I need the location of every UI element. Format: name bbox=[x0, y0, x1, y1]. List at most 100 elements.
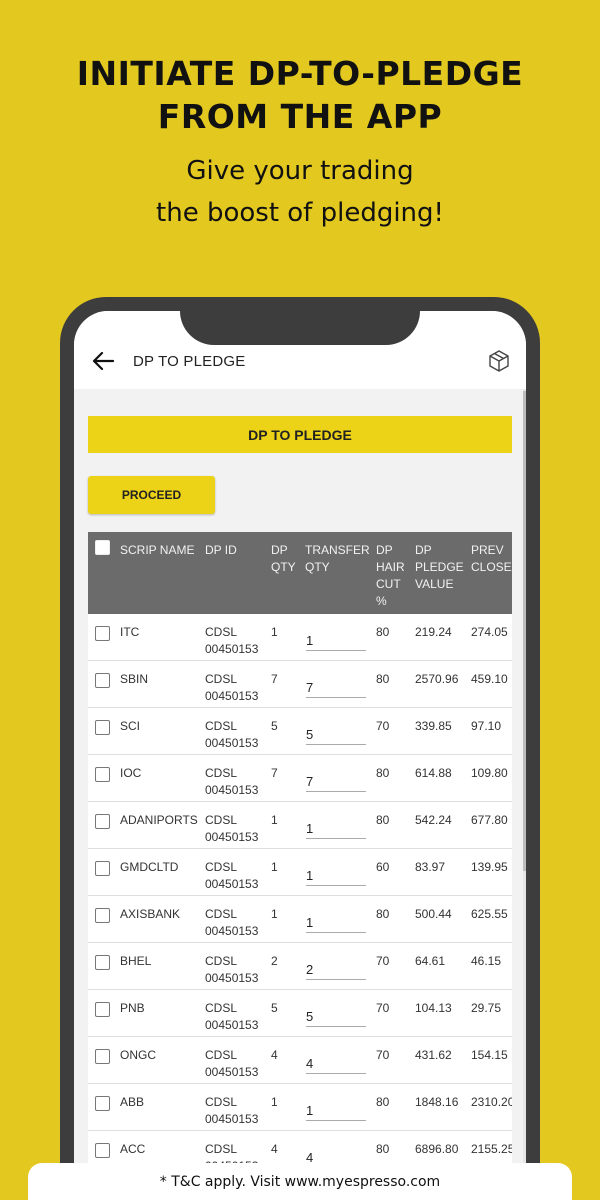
header-prev-close: PREV CLOSE bbox=[471, 543, 512, 574]
cell-dp-qty: 5 bbox=[271, 1001, 278, 1015]
cube-icon[interactable] bbox=[487, 349, 511, 373]
cell-scrip-name: GMDCLTD bbox=[120, 860, 179, 874]
cell-hair-cut: 70 bbox=[376, 1001, 390, 1015]
footer-disclaimer: * T&C apply. Visit www.myespresso.com bbox=[159, 1174, 441, 1190]
row-checkbox[interactable] bbox=[95, 1096, 110, 1111]
row-checkbox[interactable] bbox=[95, 861, 110, 876]
header-hair-cut: DP HAIR CUT% bbox=[376, 543, 405, 608]
cell-hair-cut: 80 bbox=[376, 1142, 390, 1156]
table-row: PNB CDSL 00450153 5 5 70 104.13 29.75 bbox=[88, 990, 512, 1037]
transfer-qty-input[interactable]: 7 bbox=[306, 676, 366, 698]
cell-dp-qty: 4 bbox=[271, 1142, 278, 1156]
header-transfer-qty: TRANSFER QTY bbox=[305, 543, 370, 574]
cell-dp-qty: 1 bbox=[271, 625, 278, 639]
transfer-qty-input[interactable]: 4 bbox=[306, 1052, 366, 1074]
cell-hair-cut: 80 bbox=[376, 672, 390, 686]
cell-pledge-value: 2570.96 bbox=[415, 672, 459, 686]
cell-prev-close: 459.10 bbox=[471, 672, 508, 686]
cell-dp-qty: 7 bbox=[271, 766, 278, 780]
cell-pledge-value: 219.24 bbox=[415, 625, 452, 639]
cell-scrip-name: ONGC bbox=[120, 1048, 156, 1062]
phone-notch bbox=[180, 297, 420, 345]
cell-hair-cut: 70 bbox=[376, 719, 390, 733]
headline-line-2: FROM THE APP bbox=[157, 97, 443, 136]
transfer-qty-input[interactable]: 5 bbox=[306, 1005, 366, 1027]
cell-dp-id: CDSL00450153 bbox=[205, 907, 259, 938]
table-row: ABB CDSL 00450153 1 1 80 1848.16 2310.20 bbox=[88, 1084, 512, 1131]
cell-dp-qty: 2 bbox=[271, 954, 278, 968]
cell-dp-id: CDSL00450153 bbox=[205, 672, 259, 703]
cell-dp-qty: 1 bbox=[271, 813, 278, 827]
promo-headline: INITIATE DP-TO-PLEDGE FROM THE APP bbox=[0, 52, 600, 138]
cell-pledge-value: 542.24 bbox=[415, 813, 452, 827]
table-row: ONGC CDSL 00450153 4 4 70 431.62 154.15 bbox=[88, 1037, 512, 1084]
header-dp-qty: DP QTY bbox=[271, 543, 296, 574]
cell-hair-cut: 80 bbox=[376, 1095, 390, 1109]
phone-screen: DP TO PLEDGE DP TO PLEDGE PROCEED SCRIP … bbox=[74, 311, 526, 1200]
transfer-qty-input[interactable]: 2 bbox=[306, 958, 366, 980]
transfer-qty-input[interactable]: 1 bbox=[306, 1099, 366, 1121]
cell-pledge-value: 83.97 bbox=[415, 860, 446, 874]
table-row: AXISBANK CDSL 00450153 1 1 80 500.44 625.55 bbox=[88, 896, 512, 943]
cell-pledge-value: 104.13 bbox=[415, 1001, 452, 1015]
row-checkbox[interactable] bbox=[95, 1049, 110, 1064]
row-checkbox[interactable] bbox=[95, 767, 110, 782]
cell-pledge-value: 431.62 bbox=[415, 1048, 452, 1062]
cell-dp-qty: 1 bbox=[271, 860, 278, 874]
row-checkbox[interactable] bbox=[95, 814, 110, 829]
header-pledge-value: DP PLEDGE VALUE bbox=[415, 543, 464, 591]
cell-prev-close: 154.15 bbox=[471, 1048, 508, 1062]
arrow-left-icon[interactable] bbox=[92, 351, 114, 371]
cell-dp-id: CDSL00450153 bbox=[205, 954, 259, 985]
cell-hair-cut: 80 bbox=[376, 813, 390, 827]
cell-dp-id: CDSL00450153 bbox=[205, 766, 259, 797]
row-checkbox[interactable] bbox=[95, 673, 110, 688]
holdings-table: SCRIP NAME DP ID DP QTY TRANSFER QTY DP HAI… bbox=[88, 532, 512, 1178]
cell-scrip-name: ITC bbox=[120, 625, 140, 639]
cell-prev-close: 46.15 bbox=[471, 954, 502, 968]
cell-pledge-value: 64.61 bbox=[415, 954, 446, 968]
header-scrip-name: SCRIP NAME bbox=[120, 543, 195, 557]
cell-dp-qty: 1 bbox=[271, 1095, 278, 1109]
cell-scrip-name: PNB bbox=[120, 1001, 145, 1015]
cell-dp-qty: 7 bbox=[271, 672, 278, 686]
promo-subline: Give your trading the boost of pledging! bbox=[0, 150, 600, 234]
transfer-qty-input[interactable]: 1 bbox=[306, 911, 366, 933]
proceed-button[interactable]: PROCEED bbox=[88, 476, 215, 514]
cell-scrip-name: ACC bbox=[120, 1142, 146, 1156]
table-row: BHEL CDSL 00450153 2 2 70 64.61 46.15 bbox=[88, 943, 512, 990]
cell-hair-cut: 80 bbox=[376, 625, 390, 639]
table-row: IOC CDSL 00450153 7 7 80 614.88 109.80 bbox=[88, 755, 512, 802]
cell-hair-cut: 80 bbox=[376, 766, 390, 780]
subline-line-2: the boost of pledging! bbox=[156, 198, 444, 228]
row-checkbox[interactable] bbox=[95, 626, 110, 641]
scrollbar-thumb[interactable] bbox=[523, 391, 526, 871]
cell-pledge-value: 6896.80 bbox=[415, 1142, 459, 1156]
table-row: ADANIPORTS CDSL 00450153 1 1 80 542.24 677.80 bbox=[88, 802, 512, 849]
transfer-qty-input[interactable]: 1 bbox=[306, 864, 366, 886]
row-checkbox[interactable] bbox=[95, 955, 110, 970]
cell-dp-qty: 4 bbox=[271, 1048, 278, 1062]
cell-prev-close: 677.80 bbox=[471, 813, 508, 827]
transfer-qty-input[interactable]: 1 bbox=[306, 629, 366, 651]
cell-hair-cut: 70 bbox=[376, 954, 390, 968]
table-row: SBIN CDSL 00450153 7 7 80 2570.96 459.10 bbox=[88, 661, 512, 708]
cell-dp-id: CDSL00450153 bbox=[205, 1001, 259, 1032]
row-checkbox[interactable] bbox=[95, 720, 110, 735]
transfer-qty-input[interactable]: 5 bbox=[306, 723, 366, 745]
cell-pledge-value: 339.85 bbox=[415, 719, 452, 733]
transfer-qty-input[interactable]: 7 bbox=[306, 770, 366, 792]
row-checkbox[interactable] bbox=[95, 908, 110, 923]
select-all-checkbox[interactable] bbox=[95, 540, 110, 555]
row-checkbox[interactable] bbox=[95, 1002, 110, 1017]
cell-pledge-value: 500.44 bbox=[415, 907, 452, 921]
cell-scrip-name: BHEL bbox=[120, 954, 152, 968]
row-checkbox[interactable] bbox=[95, 1143, 110, 1158]
cell-prev-close: 109.80 bbox=[471, 766, 508, 780]
cell-dp-qty: 5 bbox=[271, 719, 278, 733]
cell-pledge-value: 1848.16 bbox=[415, 1095, 459, 1109]
transfer-qty-input[interactable]: 1 bbox=[306, 817, 366, 839]
cell-prev-close: 2155.25 bbox=[471, 1142, 512, 1156]
table-body: ITC CDSL 00450153 1 1 80 219.24 274.05 SBIN CDSL 0… bbox=[88, 614, 512, 1178]
cell-hair-cut: 60 bbox=[376, 860, 390, 874]
